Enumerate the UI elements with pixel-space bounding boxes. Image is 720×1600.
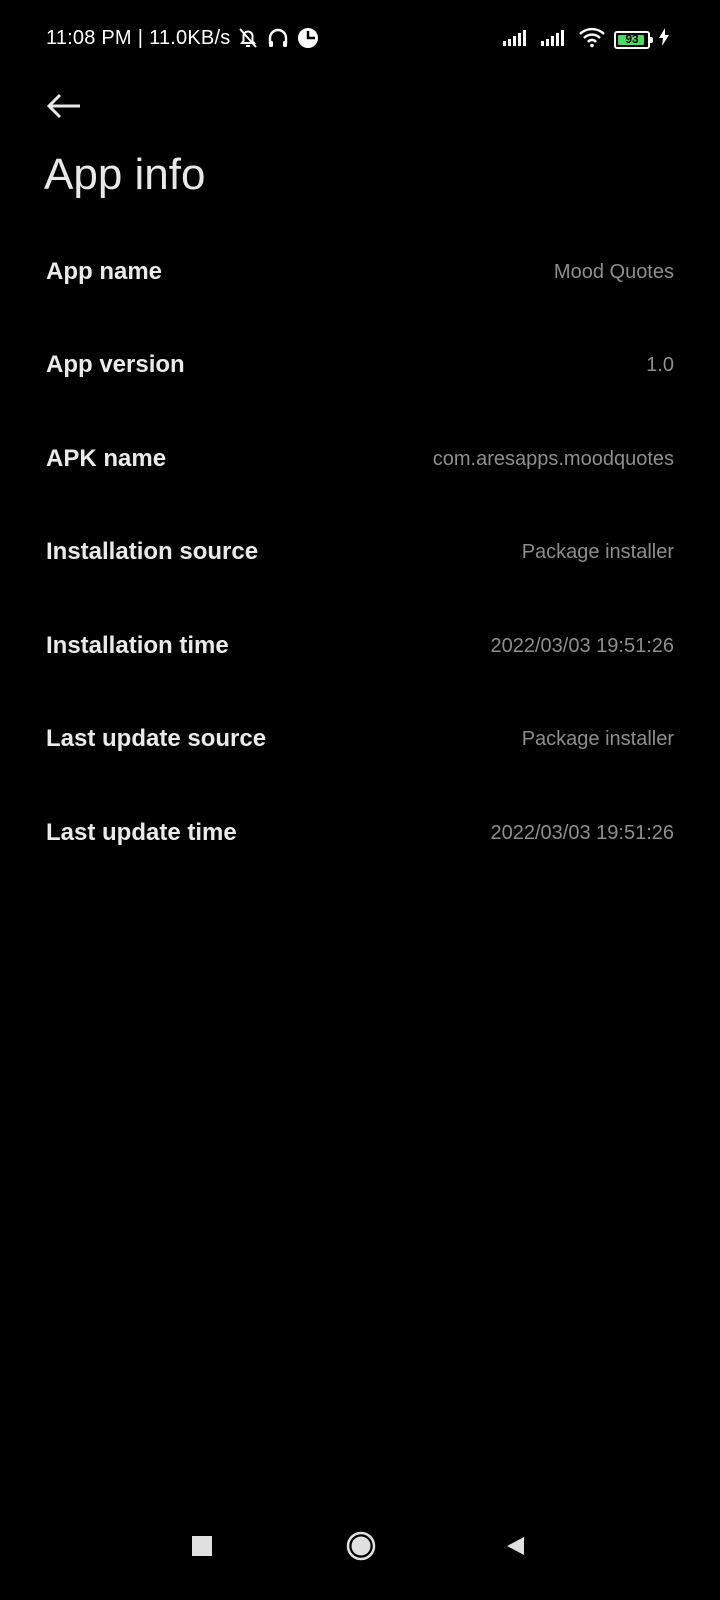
charging-icon: [658, 28, 670, 51]
info-label: App version: [46, 351, 185, 379]
info-value: 1.0: [646, 354, 674, 377]
info-label: Installation time: [46, 631, 229, 659]
network-speed: 11.0KB/s: [149, 26, 231, 49]
info-row-app-name: App name Mood Quotes: [0, 225, 720, 319]
arrow-left-icon: [46, 93, 80, 119]
status-time: 11:08 PM: [46, 26, 132, 49]
info-row-last-update-time: Last update time 2022/03/03 19:51:26: [0, 786, 720, 880]
app-notification-icon: [296, 26, 320, 50]
home-button[interactable]: [333, 1518, 389, 1574]
info-value: 2022/03/03 19:51:26: [490, 634, 674, 657]
info-list: App name Mood Quotes App version 1.0 APK…: [0, 225, 720, 880]
battery-icon: 93: [614, 30, 653, 49]
back-button[interactable]: [44, 86, 84, 126]
info-label: Installation source: [46, 538, 259, 566]
status-bar: 11:08 PM | 11.0KB/s 93: [0, 0, 720, 80]
signal-icon: [540, 28, 570, 51]
wifi-icon: [578, 26, 606, 53]
circle-icon: [346, 1531, 376, 1561]
status-separator: |: [137, 26, 144, 49]
info-row-installation-source: Installation source Package installer: [0, 506, 720, 600]
battery-nub: [650, 36, 653, 43]
info-row-installation-time: Installation time 2022/03/03 19:51:26: [0, 599, 720, 693]
signal-icon: [502, 28, 532, 51]
info-label: Last update time: [46, 818, 237, 846]
navigation-bar: [0, 1500, 720, 1600]
page-title: App info: [44, 150, 206, 199]
square-icon: [192, 1536, 212, 1556]
status-left: 11:08 PM | 11.0KB/s: [46, 26, 320, 50]
headphones-icon: [266, 26, 290, 50]
info-row-apk-name: APK name com.aresapps.moodquotes: [0, 412, 720, 506]
recents-button[interactable]: [174, 1518, 230, 1574]
info-value: com.aresapps.moodquotes: [432, 447, 674, 470]
bell-off-icon: [236, 26, 260, 50]
status-right: 93: [502, 26, 670, 53]
info-value: Mood Quotes: [553, 260, 674, 283]
info-label: Last update source: [46, 725, 267, 753]
info-value: Package installer: [521, 728, 674, 751]
info-label: App name: [46, 257, 163, 285]
info-value: Package installer: [521, 541, 674, 564]
info-value: 2022/03/03 19:51:26: [490, 821, 674, 844]
back-nav-button[interactable]: [488, 1518, 544, 1574]
info-label: APK name: [46, 444, 167, 472]
info-row-app-version: App version 1.0: [0, 319, 720, 413]
triangle-back-icon: [507, 1537, 524, 1555]
battery-level: 93: [625, 31, 639, 46]
info-row-last-update-source: Last update source Package installer: [0, 693, 720, 787]
